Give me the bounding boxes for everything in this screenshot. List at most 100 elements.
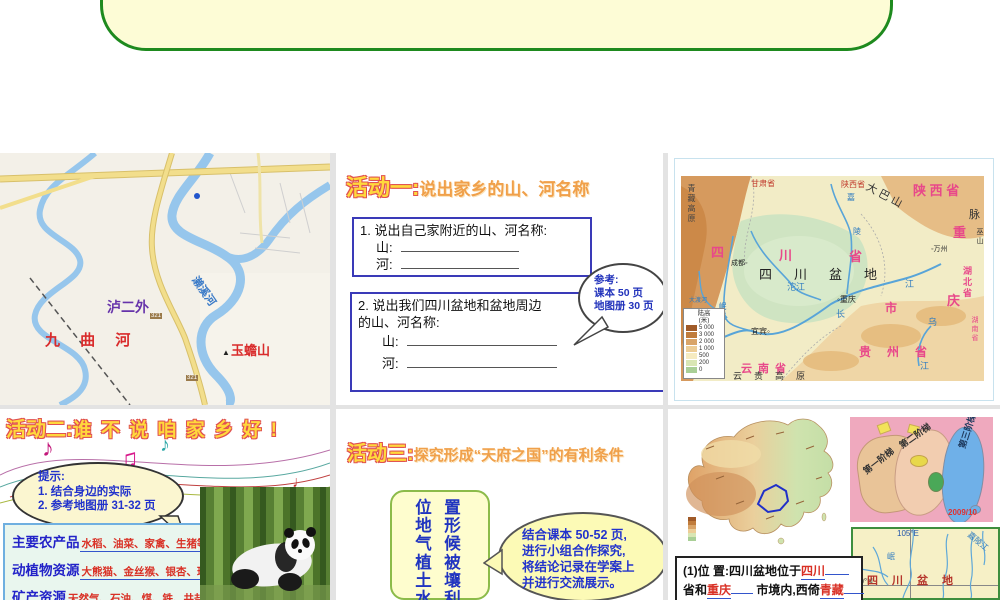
map-label: 九 曲 河 (45, 332, 139, 349)
reference-bubble-text-item: 课本 50 页 (594, 287, 644, 299)
task-bubble-text-item: 进行小组合作探究, (522, 544, 626, 558)
text-segment: 矿产资源 (12, 590, 66, 600)
bubble-tail (573, 315, 610, 346)
mountain-blank[interactable] (400, 240, 519, 252)
map-label: 陕 西 省 (913, 183, 960, 198)
text-line: 主要农产品水稻、油菜、家禽、生猪等。 (12, 530, 222, 558)
legend-tick: 0 (699, 366, 703, 373)
task-bubble-text-item: 将结论记录在学案上 (522, 560, 635, 574)
text-segment: 天然气、石油、煤、铁、井盐等 (66, 593, 217, 600)
map-label: ◦重庆 (837, 295, 856, 304)
text-line: 动植物资源大熊猫、金丝猴、银杏、珙桐等。 (12, 558, 243, 586)
map-label: 大 巴 山 (863, 181, 905, 211)
panda-graphic (200, 527, 330, 600)
question-1-text: 1. 说出自己家附近的山、河名称: (360, 223, 548, 238)
mountain-blank[interactable] (406, 334, 557, 346)
slide-activity-1[interactable]: 活动一:说出家乡的山、河名称 1. 说出自己家附近的山、河名称: 山: 河: 2… (336, 153, 663, 405)
text-segment: 主要农产品 (12, 535, 80, 550)
slide-location[interactable]: 第一阶梯 第二阶梯 第三阶梯 2009/10 105°E 30°N 四川盆地 嘉陵江岷 (1… (668, 409, 1000, 600)
legend-unit: (米) (698, 317, 710, 324)
question-1-box: 1. 说出自己家附近的山、河名称: 山: 河: (352, 217, 592, 277)
map-label: 第一阶梯 (861, 446, 896, 477)
map-label: 大渡河 (689, 298, 708, 304)
factors-box-item: 位 置 (415, 499, 465, 517)
map-label: 乌 (928, 317, 938, 327)
river-blank[interactable] (400, 257, 519, 269)
river-blank[interactable] (406, 356, 557, 368)
legend-swatch (686, 366, 697, 373)
task-bubble-text: 结合课本 50-52 页, 进行小组合作探究, 将结论记录在学案上 并进行交流展示。 (522, 527, 635, 591)
slide-city-map[interactable]: 九 曲 河 泸二外 ▲ 玉蟾山 濑溪河 321 321 (0, 153, 330, 405)
legend-tick: 5 000 (699, 324, 715, 331)
map-label: 成都◦ (731, 260, 748, 267)
map-label: 庆 (947, 293, 961, 308)
map-label: 岷 (887, 552, 895, 561)
map-label: 川 (779, 248, 793, 263)
map-label: 江 (920, 361, 930, 371)
reference-bubble-text: 参考: 课本 50 页地图册 30 页 (594, 274, 654, 313)
title-banner (100, 0, 893, 51)
legend-tick: 2 000 (699, 338, 715, 345)
factors-box-item: 气 候 (415, 535, 465, 554)
map-label: 省 (849, 249, 863, 264)
factors-box-item: 土 壤 (415, 571, 465, 590)
legend-rows: 5 000 3 000 2 000 1 000 500 200 0 (686, 324, 722, 373)
china-terrain-map (676, 409, 844, 549)
map-label: 321 (186, 375, 199, 381)
text-line: (1)位 置:四川盆地位于四川 (683, 562, 855, 581)
china-map-graphic (686, 418, 834, 545)
legend-swatch (686, 345, 697, 352)
fill-blank[interactable] (843, 582, 864, 594)
resources-box: 主要农产品水稻、油菜、家禽、生猪等。动植物资源大熊猫、金丝猴、银杏、珙桐等。矿产… (3, 523, 243, 600)
map-label: ♪ (42, 435, 54, 462)
map-label: 江 (905, 279, 915, 289)
city-map-labels: 九 曲 河 泸二外 ▲ 玉蟾山 濑溪河 321 321 (0, 153, 330, 405)
elevation-legend: 陆高 (米) 5 000 3 000 2 000 1 000 500 200 0 (683, 308, 725, 379)
legend-row: 200 (686, 359, 722, 366)
legend-swatch (686, 352, 697, 359)
mountain-label: 山: (376, 240, 393, 255)
legend-swatch (686, 359, 697, 366)
activity1-title: 活动一:说出家乡的山、河名称 (346, 170, 589, 202)
map-label: 嘉 (847, 193, 855, 202)
map-label: 陵 (853, 227, 861, 236)
slide-sichuan-map[interactable]: 青藏高原 甘肃省 陕西省 陕 西 省大 巴 山脉重庆市 湖北省 湖南省 ◦万州 巫山四 川 省成都… (668, 153, 1000, 405)
legend-tick: 200 (699, 359, 710, 366)
map-label: 四川盆地 (867, 575, 967, 587)
task-bubble-text-item: 并进行交流展示。 (522, 576, 623, 590)
basin-map-labels: 105°E 30°N 四川盆地 嘉陵江岷 (853, 529, 998, 598)
terrain-steps-model-photo: 第一阶梯 第二阶梯 第三阶梯 2009/10 (850, 417, 993, 522)
hint-bubble-text-item: 提示: (38, 471, 65, 483)
map-label: ◦万州 (931, 246, 948, 253)
map-label: 玉蟾山 (231, 343, 271, 358)
slide-activity-2[interactable]: 活动二:谁 不 说 咱 家 乡 好 ! ♪♫♪♬♪♩ 提示:1. 结合身边的实际… (0, 409, 330, 600)
fill-blank[interactable] (731, 582, 754, 594)
text-segment: 市境内,西倚 (753, 582, 820, 597)
task-bubble-text-item: 结合课本 50-52 页, (522, 528, 627, 542)
map-label: 第二阶梯 (897, 421, 933, 451)
legend-tick: 3 000 (699, 331, 715, 338)
map-label: 四川盆地 (759, 267, 900, 282)
text-segment: 省和 (683, 582, 708, 597)
slide-activity-3[interactable]: 活动三:探究形成“天府之国”的有利条件 位 置地 形气 候植 被土 壤水 利 结… (336, 409, 663, 600)
task-speech-bubble: 结合课本 50-52 页, 进行小组合作探究, 将结论记录在学案上 并进行交流展示。 (483, 512, 663, 600)
sichuan-map-labels: 青藏高原 甘肃省 陕西省 陕 西 省大 巴 山脉重庆市 湖北省 湖南省 ◦万州 巫山四 川 省成都… (681, 176, 984, 381)
map-label: 四 (711, 245, 725, 260)
reference-bubble-text-item: 参考: (594, 274, 619, 286)
mountain-label: 山: (382, 334, 399, 349)
fill-blank[interactable] (825, 563, 850, 575)
reference-speech-bubble: 参考: 课本 50 页地图册 30 页 (573, 263, 663, 346)
legend-tick: 1 000 (699, 345, 715, 352)
factors-box-item: 植 被 (415, 553, 465, 572)
legend-swatch (686, 338, 697, 345)
river-label: 河: (376, 257, 393, 272)
map-label: 重 (953, 225, 967, 240)
model-photo-labels: 第一阶梯 第二阶梯 第三阶梯 2009/10 (850, 417, 993, 522)
question-1-mountain-row: 山: (360, 239, 584, 256)
map-label: 长 (836, 309, 846, 319)
activity3-title-prefix: 活动三: (347, 443, 414, 465)
legend-swatch (686, 324, 697, 331)
factors-box: 位 置地 形气 候植 被土 壤水 利 (390, 490, 490, 600)
activity3-title: 活动三:探究形成“天府之国”的有利条件 (347, 437, 624, 466)
legend-row: 0 (686, 366, 722, 373)
